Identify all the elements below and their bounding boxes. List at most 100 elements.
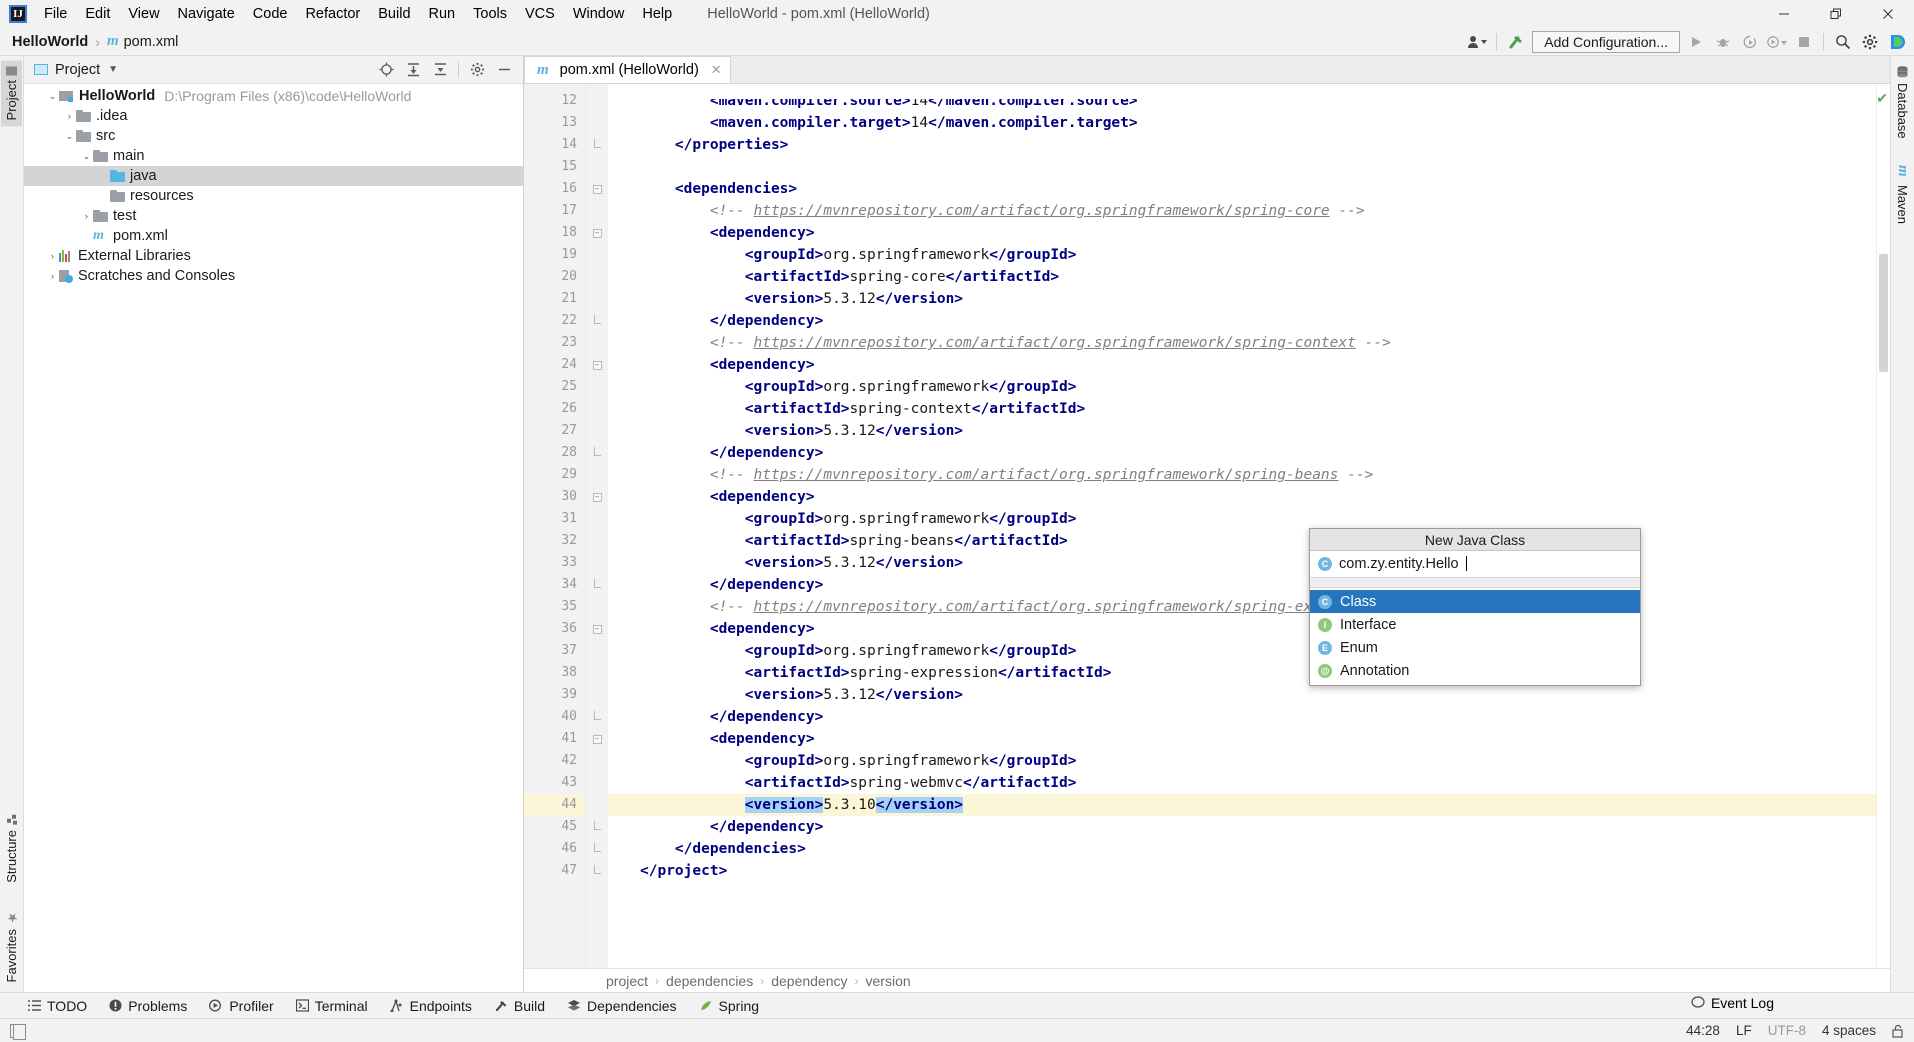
- fold-marker[interactable]: [586, 442, 608, 464]
- code-line[interactable]: <dependency>: [640, 618, 1876, 640]
- breadcrumb-item-dependency[interactable]: dependency: [771, 973, 847, 989]
- tree-node-main[interactable]: ⌄ main: [24, 146, 523, 166]
- tree-node-external-libraries[interactable]: › External Libraries: [24, 246, 523, 266]
- code-line[interactable]: <groupId>org.springframework</groupId>: [640, 640, 1876, 662]
- tree-node-pom-xml[interactable]: m pom.xml: [24, 226, 523, 246]
- idea-helper-icon[interactable]: [1886, 31, 1908, 53]
- run-coverage-icon[interactable]: [1739, 31, 1761, 53]
- menu-item-tools[interactable]: Tools: [464, 3, 516, 25]
- collapse-all-icon[interactable]: [431, 61, 449, 79]
- indent-setting[interactable]: 4 spaces: [1822, 1023, 1876, 1038]
- sidebar-item-structure[interactable]: Structure: [1, 808, 22, 889]
- file-encoding[interactable]: UTF-8: [1768, 1023, 1806, 1038]
- tree-node-helloworld[interactable]: ⌄ HelloWorld D:\Program Files (x86)\code\H…: [24, 86, 523, 106]
- unlocked-padlock-icon[interactable]: [1892, 1024, 1904, 1038]
- fold-marker[interactable]: −: [586, 486, 608, 508]
- breadcrumb-item-version[interactable]: version: [866, 973, 911, 989]
- disclosure-triangle-icon[interactable]: ⌄: [80, 151, 93, 162]
- menu-item-code[interactable]: Code: [244, 3, 297, 25]
- code-line[interactable]: <version>5.3.12</version>: [640, 684, 1876, 706]
- debug-icon[interactable]: [1712, 31, 1734, 53]
- maximize-restore-button[interactable]: [1810, 0, 1862, 28]
- menu-item-vcs[interactable]: VCS: [516, 3, 564, 25]
- popup-item-enum[interactable]: E Enum: [1310, 636, 1640, 659]
- code-line[interactable]: </properties>: [640, 134, 1876, 156]
- bottom-tab-todo[interactable]: TODO: [28, 998, 87, 1014]
- code-line[interactable]: <groupId>org.springframework</groupId>: [640, 508, 1876, 530]
- code-line[interactable]: <version>5.3.12</version>: [640, 420, 1876, 442]
- code-line[interactable]: </dependency>: [640, 442, 1876, 464]
- popup-item-annotation[interactable]: @ Annotation: [1310, 659, 1640, 682]
- code-line[interactable]: <groupId>org.springframework</groupId>: [640, 376, 1876, 398]
- fold-marker[interactable]: [586, 816, 608, 838]
- tree-node-idea[interactable]: › .idea: [24, 106, 523, 126]
- code-line[interactable]: <dependencies>: [640, 178, 1876, 200]
- menu-item-edit[interactable]: Edit: [76, 3, 119, 25]
- editor-marker-strip[interactable]: ✔: [1876, 84, 1890, 968]
- breadcrumb-item-dependencies[interactable]: dependencies: [666, 973, 753, 989]
- code-folding-gutter[interactable]: − − − − − −: [586, 84, 608, 968]
- menu-item-navigate[interactable]: Navigate: [169, 3, 244, 25]
- caret-position[interactable]: 44:28: [1686, 1023, 1720, 1038]
- add-configuration-button[interactable]: Add Configuration...: [1532, 31, 1680, 53]
- settings-gear-icon[interactable]: [1859, 31, 1881, 53]
- fold-marker[interactable]: [586, 706, 608, 728]
- code-text[interactable]: <maven.compiler.source>14</maven.compile…: [608, 84, 1876, 968]
- code-line[interactable]: <!-- https://mvnrepository.com/artifact/…: [640, 332, 1876, 354]
- close-button[interactable]: [1862, 0, 1914, 28]
- bottom-tab-dependencies[interactable]: Dependencies: [567, 998, 677, 1014]
- popup-item-interface[interactable]: I Interface: [1310, 613, 1640, 636]
- chevron-down-icon[interactable]: ▼: [108, 64, 118, 75]
- code-line[interactable]: <dependency>: [640, 354, 1876, 376]
- breadcrumb-project[interactable]: HelloWorld: [12, 34, 88, 50]
- build-hammer-icon[interactable]: [1505, 31, 1527, 53]
- breadcrumb-item-project[interactable]: project: [606, 973, 648, 989]
- code-line[interactable]: <maven.compiler.target>14</maven.compile…: [640, 112, 1876, 134]
- menu-item-build[interactable]: Build: [369, 3, 419, 25]
- disclosure-triangle-icon[interactable]: ›: [80, 211, 93, 221]
- fold-marker[interactable]: [586, 310, 608, 332]
- code-line[interactable]: </dependency>: [640, 706, 1876, 728]
- class-name-input[interactable]: C com.zy.entity.Hello: [1310, 551, 1640, 577]
- menu-item-refactor[interactable]: Refactor: [296, 3, 369, 25]
- close-icon[interactable]: ✕: [711, 62, 722, 78]
- code-line[interactable]: </project>: [640, 860, 1876, 882]
- editor-scrollbar-thumb[interactable]: [1879, 254, 1888, 372]
- menu-item-view[interactable]: View: [119, 3, 168, 25]
- code-line[interactable]: [640, 156, 1876, 178]
- fold-marker[interactable]: [586, 838, 608, 860]
- bottom-tab-endpoints[interactable]: Endpoints: [390, 998, 472, 1014]
- code-line[interactable]: <dependency>: [640, 728, 1876, 750]
- bottom-tab-build[interactable]: Build: [494, 998, 545, 1014]
- code-line[interactable]: <artifactId>spring-core</artifactId>: [640, 266, 1876, 288]
- menu-item-help[interactable]: Help: [633, 3, 681, 25]
- code-line[interactable]: <version>5.3.12</version>: [640, 288, 1876, 310]
- hide-panel-icon[interactable]: [495, 61, 513, 79]
- new-java-class-popup[interactable]: New Java Class C com.zy.entity.Hello C Cl…: [1309, 528, 1641, 686]
- menu-item-file[interactable]: File: [35, 3, 76, 25]
- code-line[interactable]: <dependency>: [640, 486, 1876, 508]
- minimize-button[interactable]: [1758, 0, 1810, 28]
- user-dropdown-icon[interactable]: [1466, 31, 1488, 53]
- fold-marker[interactable]: [586, 574, 608, 596]
- code-line[interactable]: <artifactId>spring-expression</artifactI…: [640, 662, 1876, 684]
- code-line[interactable]: <groupId>org.springframework</groupId>: [640, 750, 1876, 772]
- fold-marker[interactable]: [586, 860, 608, 882]
- breadcrumb-file[interactable]: pom.xml: [124, 34, 179, 50]
- disclosure-triangle-icon[interactable]: ⌄: [63, 131, 76, 142]
- run-icon[interactable]: [1685, 31, 1707, 53]
- code-line[interactable]: <version>5.3.10</version>: [608, 794, 1876, 816]
- code-line[interactable]: <version>5.3.12</version>: [640, 552, 1876, 574]
- disclosure-triangle-icon[interactable]: ›: [46, 251, 59, 261]
- code-line[interactable]: <artifactId>spring-webmvc</artifactId>: [640, 772, 1876, 794]
- code-line[interactable]: <!-- https://mvnrepository.com/artifact/…: [640, 596, 1876, 618]
- code-editor[interactable]: 12 13 14 15 16 17 18 19 20 21 22 23 24 25 26 27 28 29 30 31…: [524, 84, 1890, 968]
- fold-marker[interactable]: −: [586, 222, 608, 244]
- menu-item-run[interactable]: Run: [420, 3, 465, 25]
- project-tree[interactable]: ⌄ HelloWorld D:\Program Files (x86)\code\H…: [24, 84, 523, 992]
- disclosure-triangle-icon[interactable]: ›: [46, 271, 59, 281]
- stop-icon[interactable]: [1793, 31, 1815, 53]
- tree-node-scratches-and-consoles[interactable]: › Scratches and Consoles: [24, 266, 523, 286]
- fold-marker[interactable]: [586, 134, 608, 156]
- editor-breadcrumb[interactable]: project › dependencies › dependency › version: [524, 968, 1890, 992]
